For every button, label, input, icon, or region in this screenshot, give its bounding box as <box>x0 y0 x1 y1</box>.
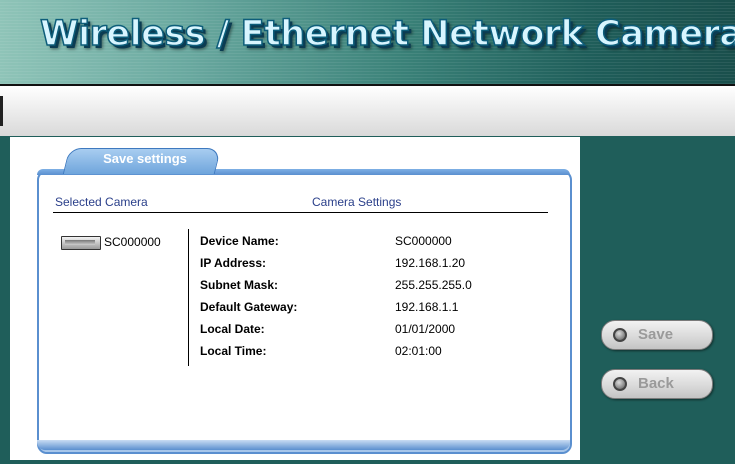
local-date-label: Local Date: <box>200 322 265 336</box>
menu-bar <box>0 84 735 136</box>
ip-address-label: IP Address: <box>200 256 267 270</box>
app-title: Wireless / Ethernet Network Camera <box>39 13 735 55</box>
selected-camera-header: Selected Camera <box>55 195 148 209</box>
save-button-icon <box>613 328 627 342</box>
back-button[interactable]: Back <box>601 369 713 399</box>
settings-frame-bottom <box>37 440 570 450</box>
camera-icon[interactable] <box>61 236 101 250</box>
local-time-value: 02:01:00 <box>395 344 442 358</box>
default-gateway-value: 192.168.1.1 <box>395 300 459 314</box>
back-button-icon <box>613 377 627 391</box>
subnet-mask-label: Subnet Mask: <box>200 278 279 292</box>
device-name-label: Device Name: <box>200 234 279 248</box>
subnet-mask-value: 255.255.255.0 <box>395 278 472 292</box>
local-time-label: Local Time: <box>200 344 267 358</box>
camera-settings-header: Camera Settings <box>312 195 402 209</box>
save-button[interactable]: Save <box>601 320 713 350</box>
ip-address-value: 192.168.1.20 <box>395 256 466 270</box>
local-date-value: 01/01/2000 <box>395 322 456 336</box>
back-button-label: Back <box>638 375 674 392</box>
side-panel <box>580 137 735 464</box>
device-name-value: SC000000 <box>395 234 452 248</box>
camera-name[interactable]: SC000000 <box>104 235 161 249</box>
save-button-label: Save <box>638 326 674 343</box>
tab-save-settings-label: Save settings <box>103 151 187 166</box>
header-banner: Wireless / Ethernet Network Camera <box>0 0 735 84</box>
header-divider <box>53 212 548 213</box>
default-gateway-label: Default Gateway: <box>200 300 298 314</box>
menu-bar-edge <box>0 96 3 126</box>
column-divider <box>188 229 189 366</box>
